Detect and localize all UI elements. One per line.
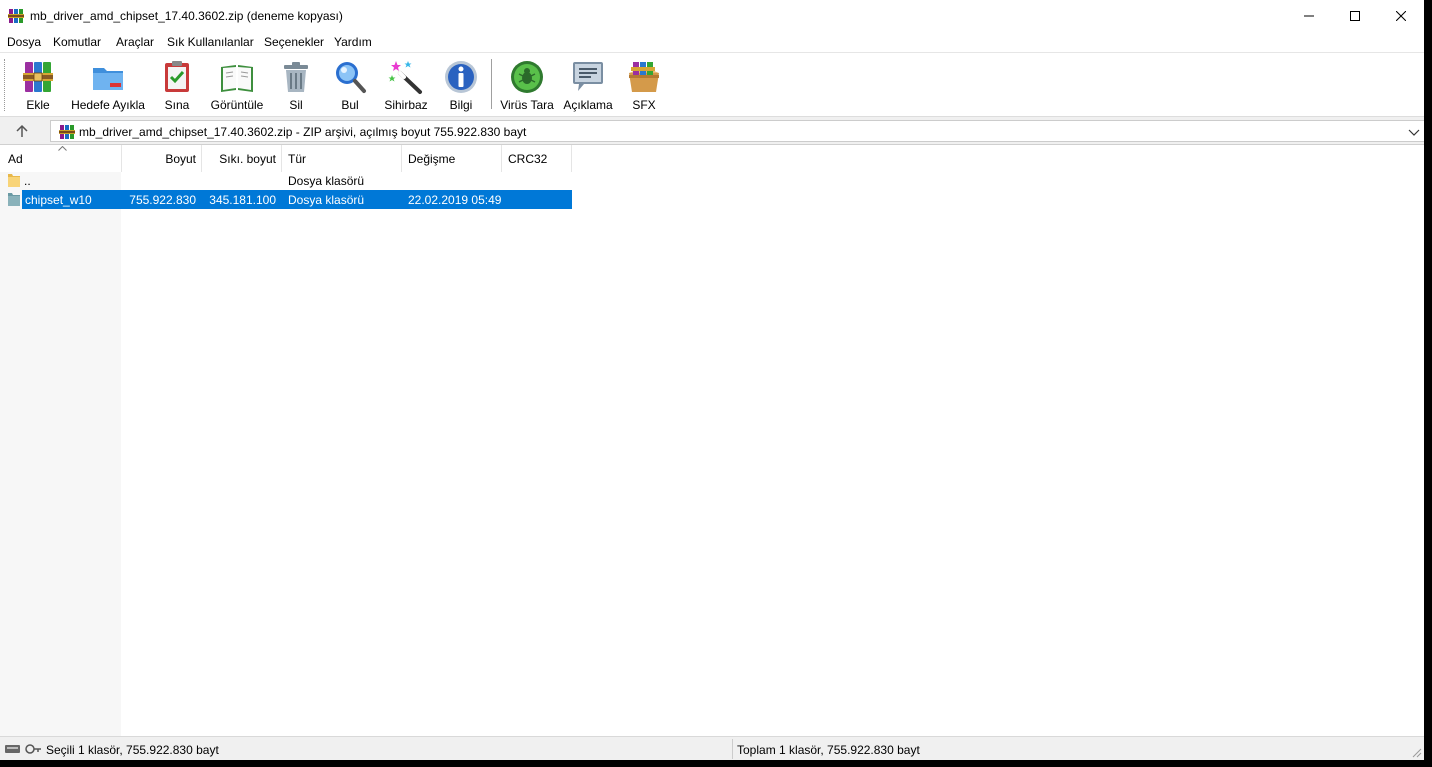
winrar-app-icon[interactable] [8, 8, 24, 24]
window-title: mb_driver_amd_chipset_17.40.3602.zip (de… [30, 9, 343, 23]
sfx-label: SFX [632, 98, 656, 112]
column-header-row: Ad Boyut Sıkı. boyut Tür Değişme CRC32 [0, 145, 1424, 172]
status-selection: Seçili 1 klasör, 755.922.830 bayt [46, 743, 219, 757]
address-field[interactable]: mb_driver_amd_chipset_17.40.3602.zip - Z… [50, 120, 1424, 142]
row-type: Dosya klasörü [288, 174, 365, 188]
find-label: Bul [341, 98, 359, 112]
extract-to-label: Hedefe Ayıkla [71, 98, 145, 112]
toolbar-separator [491, 59, 492, 109]
wizard-label: Sihirbaz [384, 98, 428, 112]
add-archive-icon [23, 62, 53, 92]
maximize-icon [1350, 11, 1360, 21]
row-name: .. [24, 174, 31, 188]
info-icon [445, 61, 477, 93]
sfx-button[interactable]: SFX [624, 53, 664, 115]
add-label: Ekle [26, 98, 50, 112]
comment-button[interactable]: Açıklama [561, 53, 615, 115]
find-magnifier-icon [336, 62, 366, 93]
file-list[interactable]: Ad Boyut Sıkı. boyut Tür Değişme CRC32 .… [0, 144, 1424, 737]
column-header-size-label: Boyut [165, 152, 196, 166]
info-label: Bilgi [449, 98, 473, 112]
maximize-button[interactable] [1332, 0, 1378, 32]
comment-label: Açıklama [563, 98, 613, 112]
column-header-modified-label: Değişme [408, 152, 456, 166]
close-icon [1396, 11, 1406, 21]
menu-sik-kullanilanlar[interactable]: Sık Kullanılanlar [167, 35, 254, 49]
row-packed: 345.181.100 [209, 193, 276, 207]
column-header-name-label: Ad [8, 152, 23, 166]
virus-scan-icon [511, 61, 543, 93]
wizard-button[interactable]: Sihirbaz [383, 53, 429, 115]
wizard-wand-icon [388, 61, 422, 94]
folder-icon [8, 193, 20, 206]
menu-yardim[interactable]: Yardım [334, 35, 372, 49]
column-header-crc[interactable]: CRC32 [502, 145, 572, 172]
address-bar: mb_driver_amd_chipset_17.40.3602.zip - Z… [0, 116, 1424, 144]
address-text: mb_driver_amd_chipset_17.40.3602.zip - Z… [79, 125, 527, 139]
column-header-size[interactable]: Boyut [122, 145, 202, 172]
column-header-packed-label: Sıkı. boyut [219, 152, 276, 166]
name-column-background [0, 172, 121, 737]
drive-key-icon[interactable] [4, 742, 42, 756]
extract-to-button[interactable]: Hedefe Ayıkla [69, 53, 147, 115]
menu-araclar[interactable]: Araçlar [116, 35, 154, 49]
virus-scan-label: Virüs Tara [500, 98, 554, 112]
archive-icon [59, 125, 75, 139]
up-arrow-icon[interactable] [12, 121, 32, 141]
info-button[interactable]: Bilgi [441, 53, 481, 115]
view-button[interactable]: Görüntüle [207, 53, 267, 115]
close-button[interactable] [1378, 0, 1424, 32]
menu-secenekler[interactable]: Seçenekler [264, 35, 324, 49]
column-header-crc-label: CRC32 [508, 152, 548, 166]
delete-trash-icon [284, 62, 308, 92]
minimize-icon [1304, 15, 1314, 17]
row-name: chipset_w10 [25, 193, 92, 207]
toolbar-grip[interactable] [4, 59, 7, 111]
column-header-packed[interactable]: Sıkı. boyut [202, 145, 282, 172]
chevron-down-icon[interactable] [1406, 124, 1422, 140]
toolbar: Ekle Hedefe Ayıkla Sına Görüntüle Sil Bu… [0, 52, 1424, 116]
status-divider [732, 739, 733, 759]
minimize-button[interactable] [1286, 0, 1332, 32]
title-bar[interactable]: mb_driver_amd_chipset_17.40.3602.zip (de… [0, 0, 1424, 32]
status-total: Toplam 1 klasör, 755.922.830 bayt [737, 743, 920, 757]
menu-komutlar[interactable]: Komutlar [53, 35, 101, 49]
find-button[interactable]: Bul [330, 53, 370, 115]
row-size: 755.922.830 [129, 193, 196, 207]
comment-icon [573, 62, 603, 91]
test-button[interactable]: Sına [157, 53, 197, 115]
sfx-box-icon [629, 62, 659, 92]
row-type: Dosya klasörü [288, 193, 365, 207]
extract-to-icon [93, 68, 123, 90]
add-button[interactable]: Ekle [18, 53, 58, 115]
window-edge [1424, 0, 1432, 767]
column-header-modified[interactable]: Değişme [402, 145, 502, 172]
view-label: Görüntüle [210, 98, 264, 112]
menu-dosya[interactable]: Dosya [7, 35, 41, 49]
sort-ascending-icon [58, 146, 67, 151]
menu-bar: Dosya Komutlar Araçlar Sık Kullanılanlar… [0, 32, 1424, 52]
test-icon [165, 61, 189, 92]
view-book-icon [221, 65, 253, 92]
column-header-type-label: Tür [288, 152, 306, 166]
virus-scan-button[interactable]: Virüs Tara [499, 53, 555, 115]
delete-label: Sil [289, 98, 303, 112]
table-row-parent[interactable]: .. Dosya klasörü [0, 171, 572, 190]
column-header-type[interactable]: Tür [282, 145, 402, 172]
delete-button[interactable]: Sil [276, 53, 316, 115]
folder-icon [8, 174, 20, 187]
resize-grip-icon[interactable] [1410, 746, 1422, 758]
test-label: Sına [164, 98, 190, 112]
column-header-name[interactable]: Ad [0, 145, 122, 172]
status-bar: Seçili 1 klasör, 755.922.830 bayt Toplam… [0, 736, 1424, 760]
table-row-chipset-w10[interactable]: chipset_w10 755.922.830 345.181.100 Dosy… [0, 190, 572, 209]
winrar-window: mb_driver_amd_chipset_17.40.3602.zip (de… [0, 0, 1424, 760]
row-modified: 22.02.2019 05:49 [408, 193, 502, 207]
